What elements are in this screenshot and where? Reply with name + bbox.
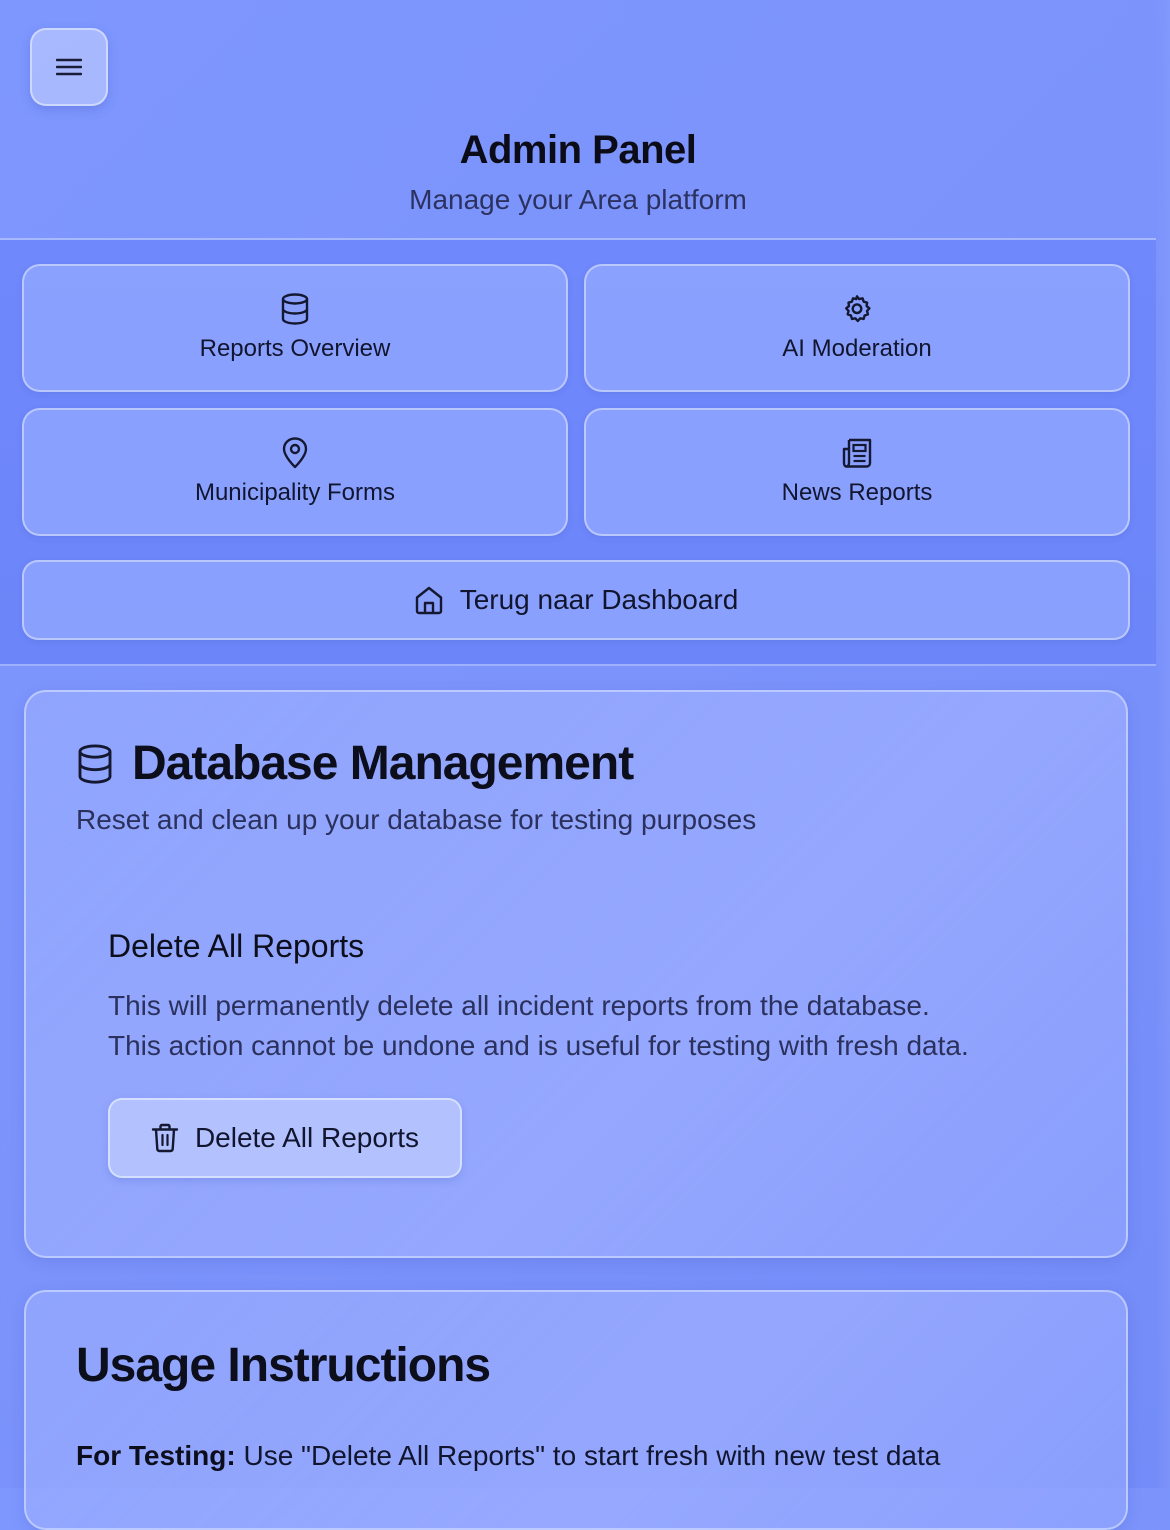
delete-all-reports-button[interactable]: Delete All Reports [108, 1098, 462, 1178]
back-to-dashboard-button[interactable]: Terug naar Dashboard [22, 560, 1130, 640]
newspaper-icon [842, 438, 872, 468]
nav-reports-overview[interactable]: Reports Overview [22, 264, 568, 392]
trash-icon [151, 1123, 179, 1153]
database-management-card: Database Management Reset and clean up y… [24, 690, 1128, 1258]
delete-section-text: This will permanently delete all inciden… [108, 986, 1068, 1066]
nav-label: AI Moderation [782, 335, 932, 362]
delete-text-line: This action cannot be undone and is usef… [108, 1030, 969, 1061]
delete-section-title: Delete All Reports [108, 928, 365, 964]
usage-line-label: For Testing: [76, 1440, 236, 1471]
usage-instruction-line: For Testing: Use "Delete All Reports" to… [76, 1440, 940, 1472]
gear-icon [845, 295, 871, 323]
card-description: Reset and clean up your database for tes… [76, 804, 757, 835]
card-title: Database Management [132, 737, 634, 790]
usage-line-text: Use "Delete All Reports" to start fresh … [243, 1440, 941, 1471]
nav-municipality-forms[interactable]: Municipality Forms [22, 408, 568, 536]
delete-button-label: Delete All Reports [194, 1122, 420, 1153]
nav-label: Municipality Forms [194, 479, 396, 506]
scrollbar-track[interactable] [1156, 0, 1170, 1488]
page-header: Admin Panel Manage your Area platform [0, 0, 1156, 240]
database-icon [281, 293, 309, 325]
nav-news-reports[interactable]: News Reports [584, 408, 1130, 536]
map-pin-icon [282, 437, 308, 469]
delete-text-line: This will permanently delete all inciden… [108, 990, 930, 1021]
nav-label: Terug naar Dashboard [459, 584, 739, 615]
card-title: Usage Instructions [76, 1339, 491, 1392]
page-subtitle: Manage your Area platform [409, 184, 747, 215]
database-icon [78, 743, 112, 784]
hamburger-menu-icon [56, 58, 82, 76]
card-heading: Database Management [76, 736, 634, 791]
nav-label: Reports Overview [199, 335, 391, 362]
page-title: Admin Panel [459, 128, 697, 172]
nav-label: News Reports [781, 479, 933, 506]
admin-nav: Reports Overview AI Moderation Municipal… [0, 240, 1156, 666]
home-icon [415, 586, 442, 615]
menu-button[interactable] [30, 28, 108, 106]
nav-ai-moderation[interactable]: AI Moderation [584, 264, 1130, 392]
usage-instructions-card: Usage Instructions For Testing: Use "Del… [24, 1290, 1128, 1530]
